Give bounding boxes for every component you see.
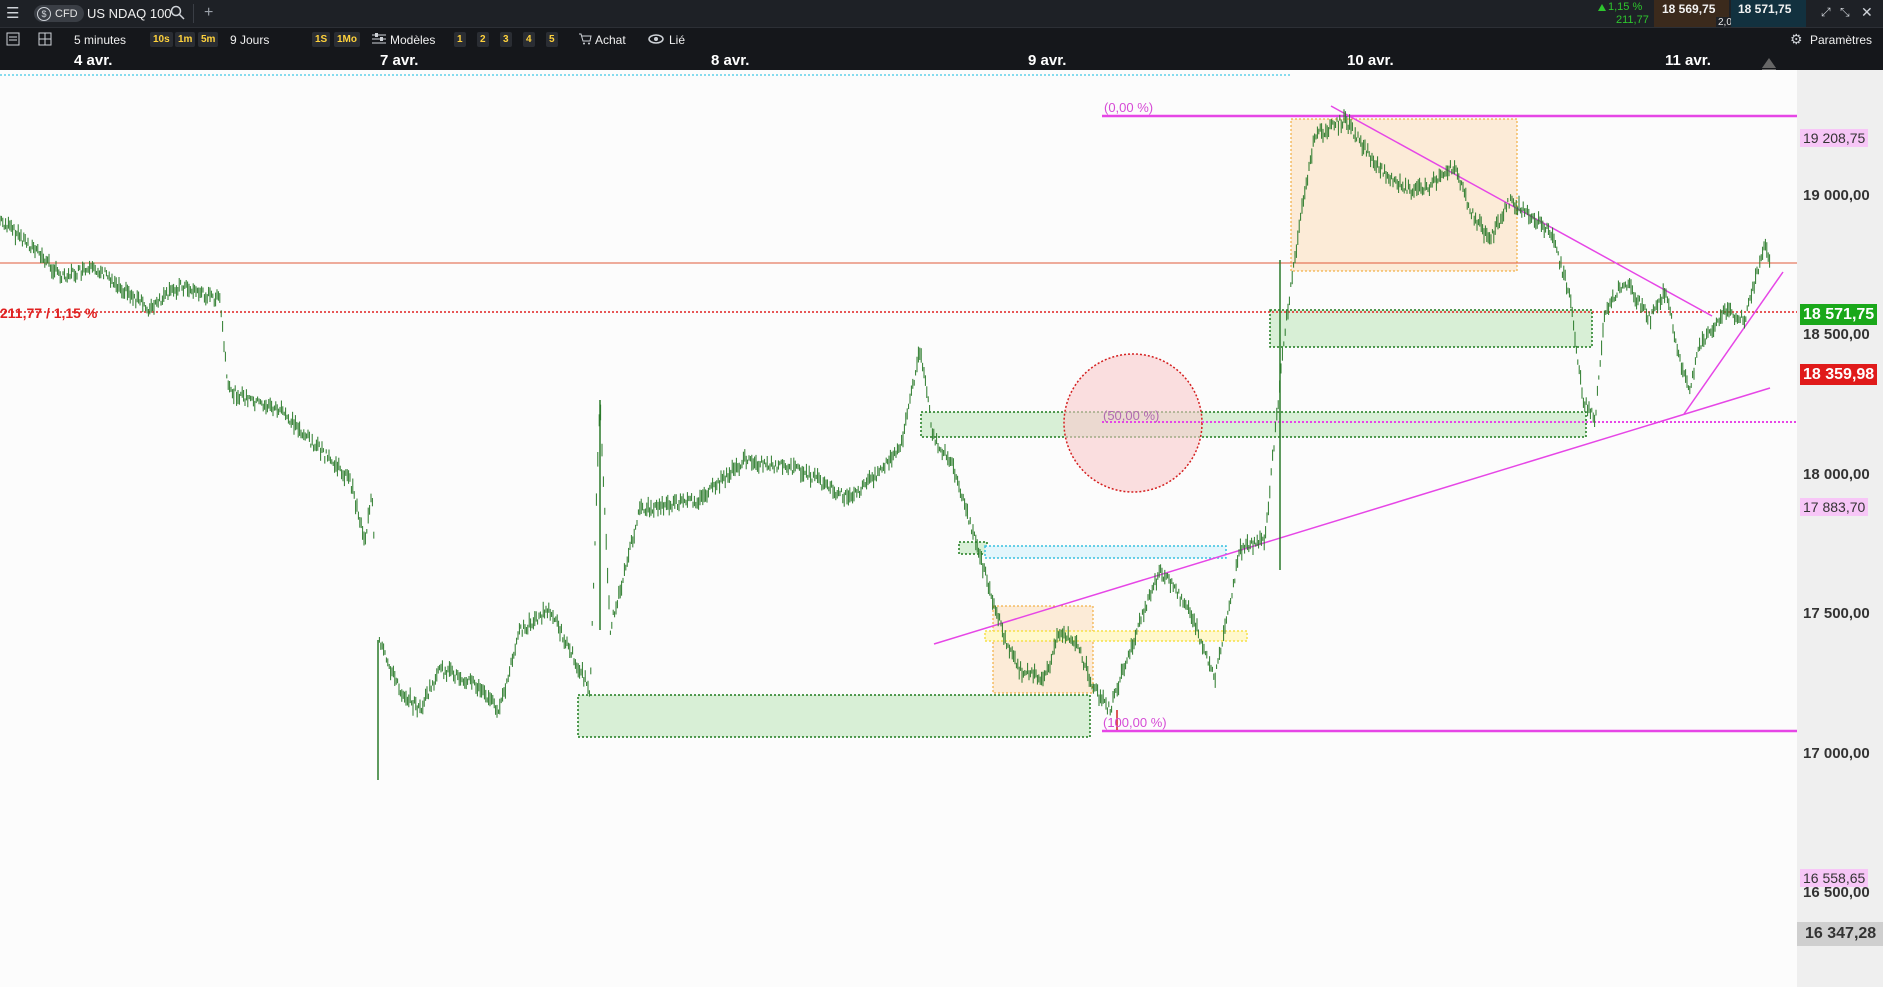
template-slot-5[interactable]: 5 bbox=[546, 32, 558, 47]
dollar-icon: $ bbox=[37, 6, 51, 21]
demand-zone[interactable] bbox=[577, 694, 1091, 738]
date-label: 9 avr. bbox=[1028, 52, 1067, 69]
tf-5m-button[interactable]: 5m bbox=[198, 32, 219, 47]
fib-100-label: (100,00 %) bbox=[1103, 715, 1167, 730]
change-annotation: 211,77 / 1,15 % bbox=[0, 305, 98, 321]
template-slot-2[interactable]: 2 bbox=[477, 32, 489, 47]
tf-1m-button[interactable]: 1m bbox=[175, 32, 196, 47]
previous-close-tag: 18 359,98 bbox=[1800, 364, 1878, 385]
top-bar: ☰ $ CFD US NDAQ 100 + 1,15 % 211,77 18 5… bbox=[0, 0, 1883, 28]
supply-zone[interactable] bbox=[1290, 118, 1518, 272]
expand-icon[interactable]: ⤡ bbox=[1840, 6, 1850, 18]
price-level: 17 000,00 bbox=[1803, 745, 1870, 762]
price-level: 19 000,00 bbox=[1803, 187, 1870, 204]
trend-line[interactable] bbox=[1683, 271, 1784, 415]
template-slot-4[interactable]: 4 bbox=[523, 32, 535, 47]
liquidity-zone[interactable] bbox=[984, 545, 1227, 559]
scroll-up-icon[interactable] bbox=[1762, 58, 1776, 68]
period-1mo-button[interactable]: 1Mo bbox=[334, 32, 360, 47]
link-button[interactable]: Lié bbox=[669, 33, 685, 47]
instrument-type: CFD bbox=[55, 7, 78, 20]
gear-icon[interactable]: ⚙ bbox=[1790, 32, 1803, 46]
date-label: 4 avr. bbox=[74, 52, 113, 69]
chart-canvas[interactable] bbox=[0, 70, 1797, 987]
close-icon[interactable]: ✕ bbox=[1861, 5, 1873, 19]
buy-price-button[interactable]: 18 571,75 bbox=[1731, 0, 1806, 27]
fib-0-label: (0,00 %) bbox=[1104, 100, 1154, 115]
low-price-tag: 16 347,28 bbox=[1797, 922, 1883, 946]
template-slot-3[interactable]: 3 bbox=[500, 32, 512, 47]
price-axis[interactable] bbox=[1797, 70, 1883, 987]
price-level: 18 500,00 bbox=[1803, 326, 1870, 343]
price-level: 17 500,00 bbox=[1803, 605, 1870, 622]
date-label: 10 avr. bbox=[1347, 52, 1394, 69]
period-1s-button[interactable]: 1S bbox=[312, 32, 331, 47]
date-label: 11 avr. bbox=[1665, 52, 1711, 69]
change-points: 211,77 bbox=[1616, 14, 1649, 26]
change-percent: 1,15 % bbox=[1608, 1, 1643, 13]
fib-50-label: (50,00 %) bbox=[1103, 408, 1160, 423]
settings-button[interactable]: Paramètres bbox=[1810, 33, 1872, 47]
demand-zone[interactable] bbox=[958, 541, 988, 555]
chart-toolbar: 5 minutes 10s 1m 5m 9 Jours 1S 1Mo Modèl… bbox=[0, 27, 1883, 51]
date-label: 7 avr. bbox=[380, 52, 419, 69]
up-triangle-icon bbox=[1598, 4, 1606, 11]
demand-zone[interactable] bbox=[920, 411, 1587, 438]
ask-price: 18 571,75 bbox=[1738, 2, 1792, 16]
imbalance-zone[interactable] bbox=[984, 630, 1248, 642]
date-label: 8 avr. bbox=[711, 52, 750, 69]
date-axis: 4 avr. 7 avr. 8 avr. 9 avr. 10 avr. 11 a… bbox=[0, 50, 1883, 70]
list-icon[interactable] bbox=[6, 32, 20, 48]
fib-mid-tag: 17 883,70 bbox=[1800, 498, 1869, 516]
highlight-circle[interactable] bbox=[1063, 353, 1203, 493]
price-chart[interactable]: (0,00 %) (50,00 %) (100,00 %) 211,77 / 1… bbox=[0, 58, 1797, 987]
menu-icon[interactable]: ☰ bbox=[6, 6, 19, 21]
layout-icon[interactable] bbox=[38, 32, 52, 48]
bid-price: 18 569,75 bbox=[1662, 2, 1716, 16]
price-level: 18 000,00 bbox=[1803, 466, 1870, 483]
fib-bottom-tag: 16 558,65 bbox=[1800, 869, 1869, 887]
add-tab-icon[interactable]: + bbox=[204, 5, 213, 21]
period-select[interactable]: 9 Jours bbox=[230, 33, 269, 47]
buy-icon[interactable] bbox=[578, 33, 592, 47]
fib-top-tag: 19 208,75 bbox=[1800, 129, 1869, 147]
tab-divider bbox=[193, 4, 194, 23]
tf-10s-button[interactable]: 10s bbox=[150, 32, 173, 47]
collapse-icon[interactable]: ⤢ bbox=[1821, 6, 1831, 18]
cfd-badge: $ CFD bbox=[34, 5, 84, 22]
buy-button[interactable]: Achat bbox=[595, 33, 626, 47]
link-icon[interactable] bbox=[648, 33, 664, 47]
change-box: 1,15 % 211,77 bbox=[1588, 0, 1652, 27]
scroll-up-base bbox=[1762, 69, 1776, 70]
templates-menu[interactable]: Modèles bbox=[390, 33, 435, 47]
templates-icon[interactable] bbox=[372, 33, 386, 47]
timeframe-select[interactable]: 5 minutes bbox=[74, 33, 126, 47]
instrument-name[interactable]: US NDAQ 100 bbox=[87, 6, 172, 21]
search-icon[interactable] bbox=[170, 5, 185, 22]
template-slot-1[interactable]: 1 bbox=[454, 32, 466, 47]
demand-zone[interactable] bbox=[1269, 309, 1593, 348]
current-price-tag: 18 571,75 bbox=[1800, 304, 1878, 325]
